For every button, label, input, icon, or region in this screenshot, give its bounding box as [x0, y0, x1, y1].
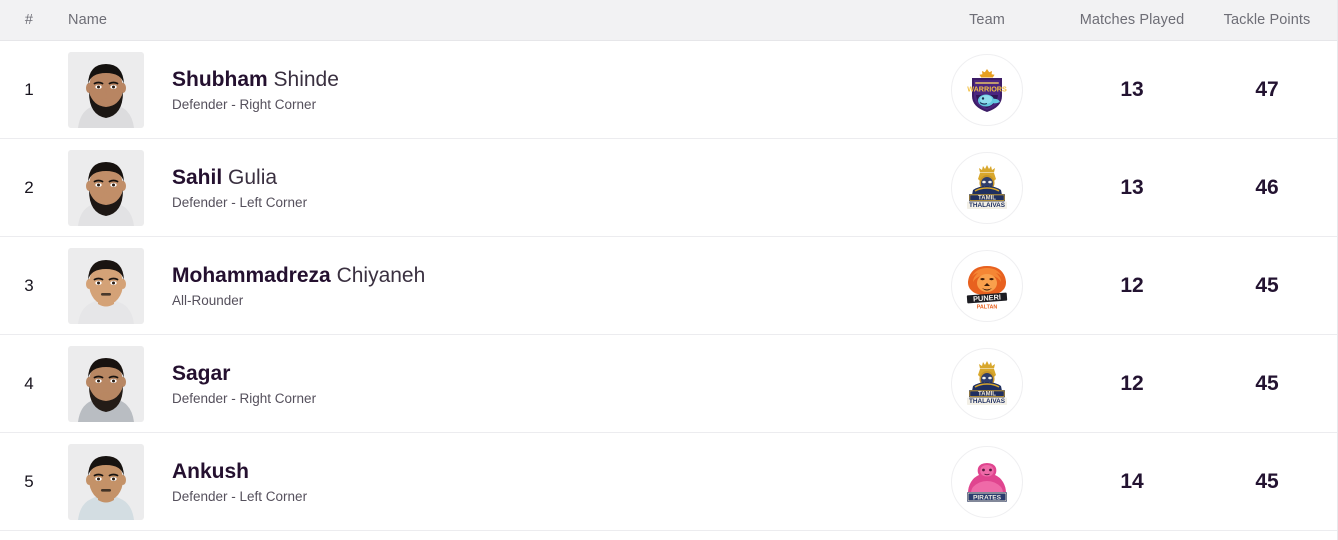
player-role: Defender - Left Corner — [172, 195, 308, 210]
team-cell[interactable]: WARRIORS — [912, 53, 1062, 126]
row-rank: 1 — [24, 79, 34, 99]
tackle-points-value: 45 — [1255, 469, 1279, 493]
table-row[interactable]: 1 Shubham Shinde Defender - Right Corner — [0, 41, 1337, 139]
svg-text:WARRIORS: WARRIORS — [967, 84, 1007, 93]
player-cell[interactable]: Sahil Gulia Defender - Left Corner — [58, 149, 912, 226]
player-first-name: Ankush — [172, 460, 250, 483]
player-name[interactable]: Sahil Gulia — [172, 165, 307, 191]
tamil-thalaivas-logo[interactable]: TAMIL THALAIVAS — [951, 151, 1023, 224]
team-cell[interactable]: PIRATES — [912, 445, 1062, 518]
svg-text:THALAIVAS: THALAIVAS — [969, 398, 1006, 405]
tamil-thalaivas-logo[interactable]: TAMIL THALAIVAS — [951, 347, 1023, 420]
player-name[interactable]: Shubham Shinde — [172, 67, 339, 93]
player-role: Defender - Right Corner — [172, 97, 317, 112]
player-info: Sahil Gulia Defender - Left Corner — [144, 165, 307, 210]
player-role: Defender - Left Corner — [172, 489, 308, 504]
player-info: Sagar Defender - Right Corner — [144, 361, 316, 406]
player-first-name: Sagar — [172, 362, 231, 385]
matches-played-value: 13 — [1120, 175, 1144, 199]
tackle-points-value: 45 — [1255, 273, 1279, 297]
player-cell[interactable]: Shubham Shinde Defender - Right Corner — [58, 51, 912, 128]
svg-text:PUNERI: PUNERI — [973, 292, 1001, 303]
player-cell[interactable]: Ankush Defender - Left Corner — [58, 443, 912, 520]
player-info: Mohammadreza Chiyaneh All-Rounder — [144, 263, 425, 308]
table-row[interactable]: 2 Sahil Gulia Defender - Left Corner TAM… — [0, 139, 1337, 237]
svg-text:PALTAN: PALTAN — [977, 304, 998, 310]
player-info: Ankush Defender - Left Corner — [144, 459, 307, 504]
player-name[interactable]: Mohammadreza Chiyaneh — [172, 263, 425, 289]
player-name[interactable]: Ankush — [172, 459, 307, 485]
player-last-name: Chiyaneh — [336, 264, 426, 287]
player-cell[interactable]: Mohammadreza Chiyaneh All-Rounder — [58, 247, 912, 324]
row-rank: 2 — [24, 177, 34, 197]
tackle-points-value: 47 — [1255, 77, 1279, 101]
player-avatar — [68, 51, 144, 128]
tackle-points-value: 45 — [1255, 371, 1279, 395]
player-info: Shubham Shinde Defender - Right Corner — [144, 67, 339, 112]
matches-played-value: 13 — [1120, 77, 1144, 101]
team-cell[interactable]: PUNERI PALTAN — [912, 249, 1062, 322]
team-cell[interactable]: TAMIL THALAIVAS — [912, 151, 1062, 224]
patna-pirates-logo[interactable]: PIRATES — [951, 445, 1023, 518]
player-avatar — [68, 149, 144, 226]
table-row[interactable]: 3 Mohammadreza Chiyaneh All-Rounder PUNE… — [0, 237, 1337, 335]
player-avatar — [68, 345, 144, 422]
table-body: 1 Shubham Shinde Defender - Right Corner — [0, 41, 1337, 531]
column-header-matches-played[interactable]: Matches Played — [1062, 12, 1202, 28]
table-row[interactable]: 5 Ankush Defender - Left Corner PIRATES … — [0, 433, 1337, 531]
svg-text:TAMIL: TAMIL — [978, 391, 996, 397]
svg-text:THALAIVAS: THALAIVAS — [969, 202, 1006, 209]
player-role: All-Rounder — [172, 293, 244, 308]
player-name[interactable]: Sagar — [172, 361, 316, 387]
bengal-warriors-logo[interactable]: WARRIORS — [951, 53, 1023, 126]
tackle-points-leaderboard: # Name Team Matches Played Tackle Points… — [0, 0, 1338, 540]
player-first-name: Shubham — [172, 68, 268, 91]
row-rank: 3 — [24, 275, 34, 295]
player-last-name: Shinde — [273, 68, 339, 91]
row-rank: 4 — [24, 373, 34, 393]
column-header-tackle-points[interactable]: Tackle Points — [1202, 12, 1337, 28]
svg-text:TAMIL: TAMIL — [978, 195, 996, 201]
player-first-name: Sahil — [172, 166, 223, 189]
tackle-points-value: 46 — [1255, 175, 1279, 199]
column-header-rank[interactable]: # — [0, 12, 58, 28]
svg-text:PIRATES: PIRATES — [973, 494, 1002, 501]
column-header-name[interactable]: Name — [58, 12, 912, 28]
table-row[interactable]: 4 Sagar Defender - Right Corner TAMIL TH… — [0, 335, 1337, 433]
table-header-row: # Name Team Matches Played Tackle Points — [0, 0, 1337, 41]
puneri-paltan-logo[interactable]: PUNERI PALTAN — [951, 249, 1023, 322]
matches-played-value: 14 — [1120, 469, 1144, 493]
row-rank: 5 — [24, 471, 34, 491]
matches-played-value: 12 — [1120, 273, 1144, 297]
player-avatar — [68, 443, 144, 520]
player-avatar — [68, 247, 144, 324]
player-last-name: Gulia — [228, 166, 278, 189]
player-first-name: Mohammadreza — [172, 264, 331, 287]
matches-played-value: 12 — [1120, 371, 1144, 395]
team-cell[interactable]: TAMIL THALAIVAS — [912, 347, 1062, 420]
player-cell[interactable]: Sagar Defender - Right Corner — [58, 345, 912, 422]
column-header-team[interactable]: Team — [912, 12, 1062, 28]
player-role: Defender - Right Corner — [172, 391, 317, 406]
